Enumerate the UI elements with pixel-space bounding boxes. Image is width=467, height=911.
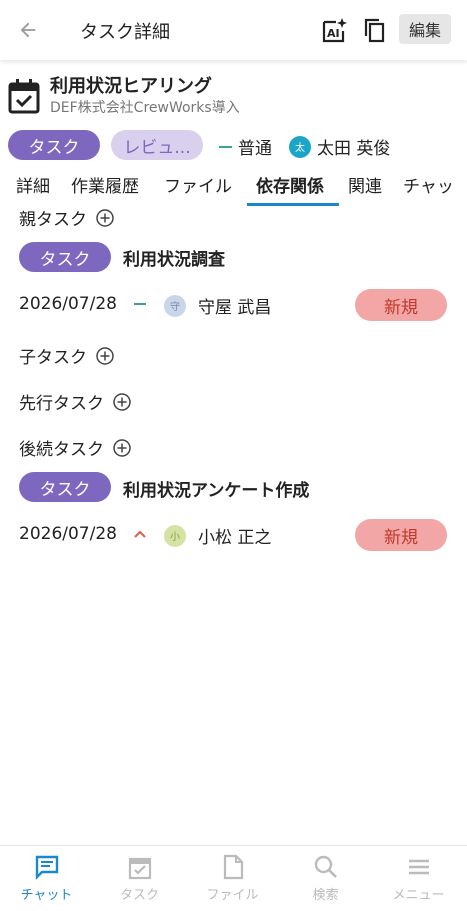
- parent-task-title[interactable]: 利用状況調査: [123, 245, 225, 270]
- nav-menu-label: メニュー: [392, 888, 445, 903]
- successor-task-type-chip: タスク: [19, 472, 111, 502]
- successor-task-assignee: 小 小松 正之: [164, 523, 271, 548]
- status-badge: 新規: [355, 519, 447, 551]
- tab-history[interactable]: 作業履歴: [71, 172, 139, 197]
- priority-label: 普通: [238, 139, 272, 159]
- assignee-name: 太田 英俊: [317, 139, 391, 159]
- ai-icon: AI: [322, 18, 347, 43]
- tab-details[interactable]: 詳細: [16, 172, 50, 197]
- predecessor-task-section: 先行タスク: [19, 389, 132, 414]
- project-name: DEF株式会社CrewWorks導入: [50, 100, 240, 116]
- nav-file-label: ファイル: [206, 888, 259, 903]
- parent-task-date: 2026/07/28: [19, 294, 117, 314]
- successor-task-date: 2026/07/28: [19, 524, 117, 544]
- predecessor-task-label: 先行タスク: [19, 394, 104, 414]
- tab-dependencies[interactable]: 依存関係: [256, 172, 324, 197]
- arrow-left-icon: [20, 22, 36, 38]
- add-child-task-icon[interactable]: [95, 346, 115, 366]
- ai-summary-button[interactable]: AI: [320, 14, 350, 46]
- nav-search-label: 検索: [312, 888, 339, 903]
- assignee-name: 守屋 武昌: [198, 298, 272, 318]
- avatar: 太: [289, 135, 311, 158]
- task-assignee[interactable]: 太 太田 英俊: [289, 134, 390, 159]
- successor-task-section: 後続タスク: [19, 435, 132, 460]
- child-task-section: 子タスク: [19, 343, 115, 368]
- task-icon: [128, 857, 151, 880]
- svg-text:AI: AI: [327, 27, 340, 40]
- parent-task-assignee: 守 守屋 武昌: [164, 293, 271, 318]
- avatar: 守: [164, 294, 186, 317]
- successor-task-title[interactable]: 利用状況アンケート作成: [123, 476, 309, 501]
- task-title: 利用状況ヒアリング: [50, 76, 212, 97]
- parent-task-section: 親タスク: [19, 205, 115, 230]
- nav-file[interactable]: ファイル: [186, 846, 279, 911]
- nav-task-label: タスク: [119, 888, 159, 903]
- successor-task-label: 後続タスク: [19, 440, 104, 460]
- nav-menu[interactable]: メニュー: [372, 846, 465, 911]
- status-badge: 新規: [355, 289, 447, 321]
- parent-task-type-chip: タスク: [19, 242, 111, 272]
- file-icon: [223, 854, 243, 880]
- back-button[interactable]: [14, 16, 42, 44]
- child-task-label: 子タスク: [19, 348, 87, 368]
- task-status-chip[interactable]: レビュ...: [111, 130, 203, 160]
- priority-high-icon: [134, 530, 146, 538]
- tab-chat[interactable]: チャッ: [403, 172, 454, 197]
- app-header: タスク詳細 AI 編集: [0, 0, 467, 60]
- parent-task-label: 親タスク: [19, 210, 87, 230]
- add-parent-task-icon[interactable]: [95, 208, 115, 228]
- search-icon: [314, 855, 337, 878]
- chat-icon: [35, 855, 58, 880]
- copy-button[interactable]: [359, 14, 389, 46]
- menu-icon: [408, 859, 429, 875]
- tab-files[interactable]: ファイル: [164, 172, 232, 197]
- bottom-navigation: チャット タスク ファイル 検索 メニュー: [0, 845, 467, 911]
- assignee-name: 小松 正之: [198, 528, 272, 548]
- priority-normal-icon: [219, 145, 232, 148]
- nav-search[interactable]: 検索: [279, 846, 372, 911]
- tab-related[interactable]: 関連: [348, 172, 382, 197]
- nav-chat[interactable]: チャット: [0, 846, 93, 911]
- add-predecessor-task-icon[interactable]: [112, 392, 132, 412]
- detail-tabs: 詳細 作業履歴 ファイル 依存関係 関連 チャッ: [0, 168, 467, 206]
- task-calendar-icon: [8, 78, 40, 114]
- avatar: 小: [164, 524, 186, 547]
- copy-icon: [364, 18, 385, 43]
- priority-indicator[interactable]: 普通: [219, 134, 272, 159]
- task-type-chip[interactable]: タスク: [8, 130, 100, 160]
- nav-task[interactable]: タスク: [93, 846, 186, 911]
- priority-normal-icon: [134, 303, 146, 305]
- add-successor-task-icon[interactable]: [112, 438, 132, 458]
- page-title: タスク詳細: [80, 22, 170, 43]
- edit-button[interactable]: 編集: [399, 14, 451, 44]
- nav-chat-label: チャット: [20, 888, 73, 903]
- active-tab-indicator: [247, 203, 339, 206]
